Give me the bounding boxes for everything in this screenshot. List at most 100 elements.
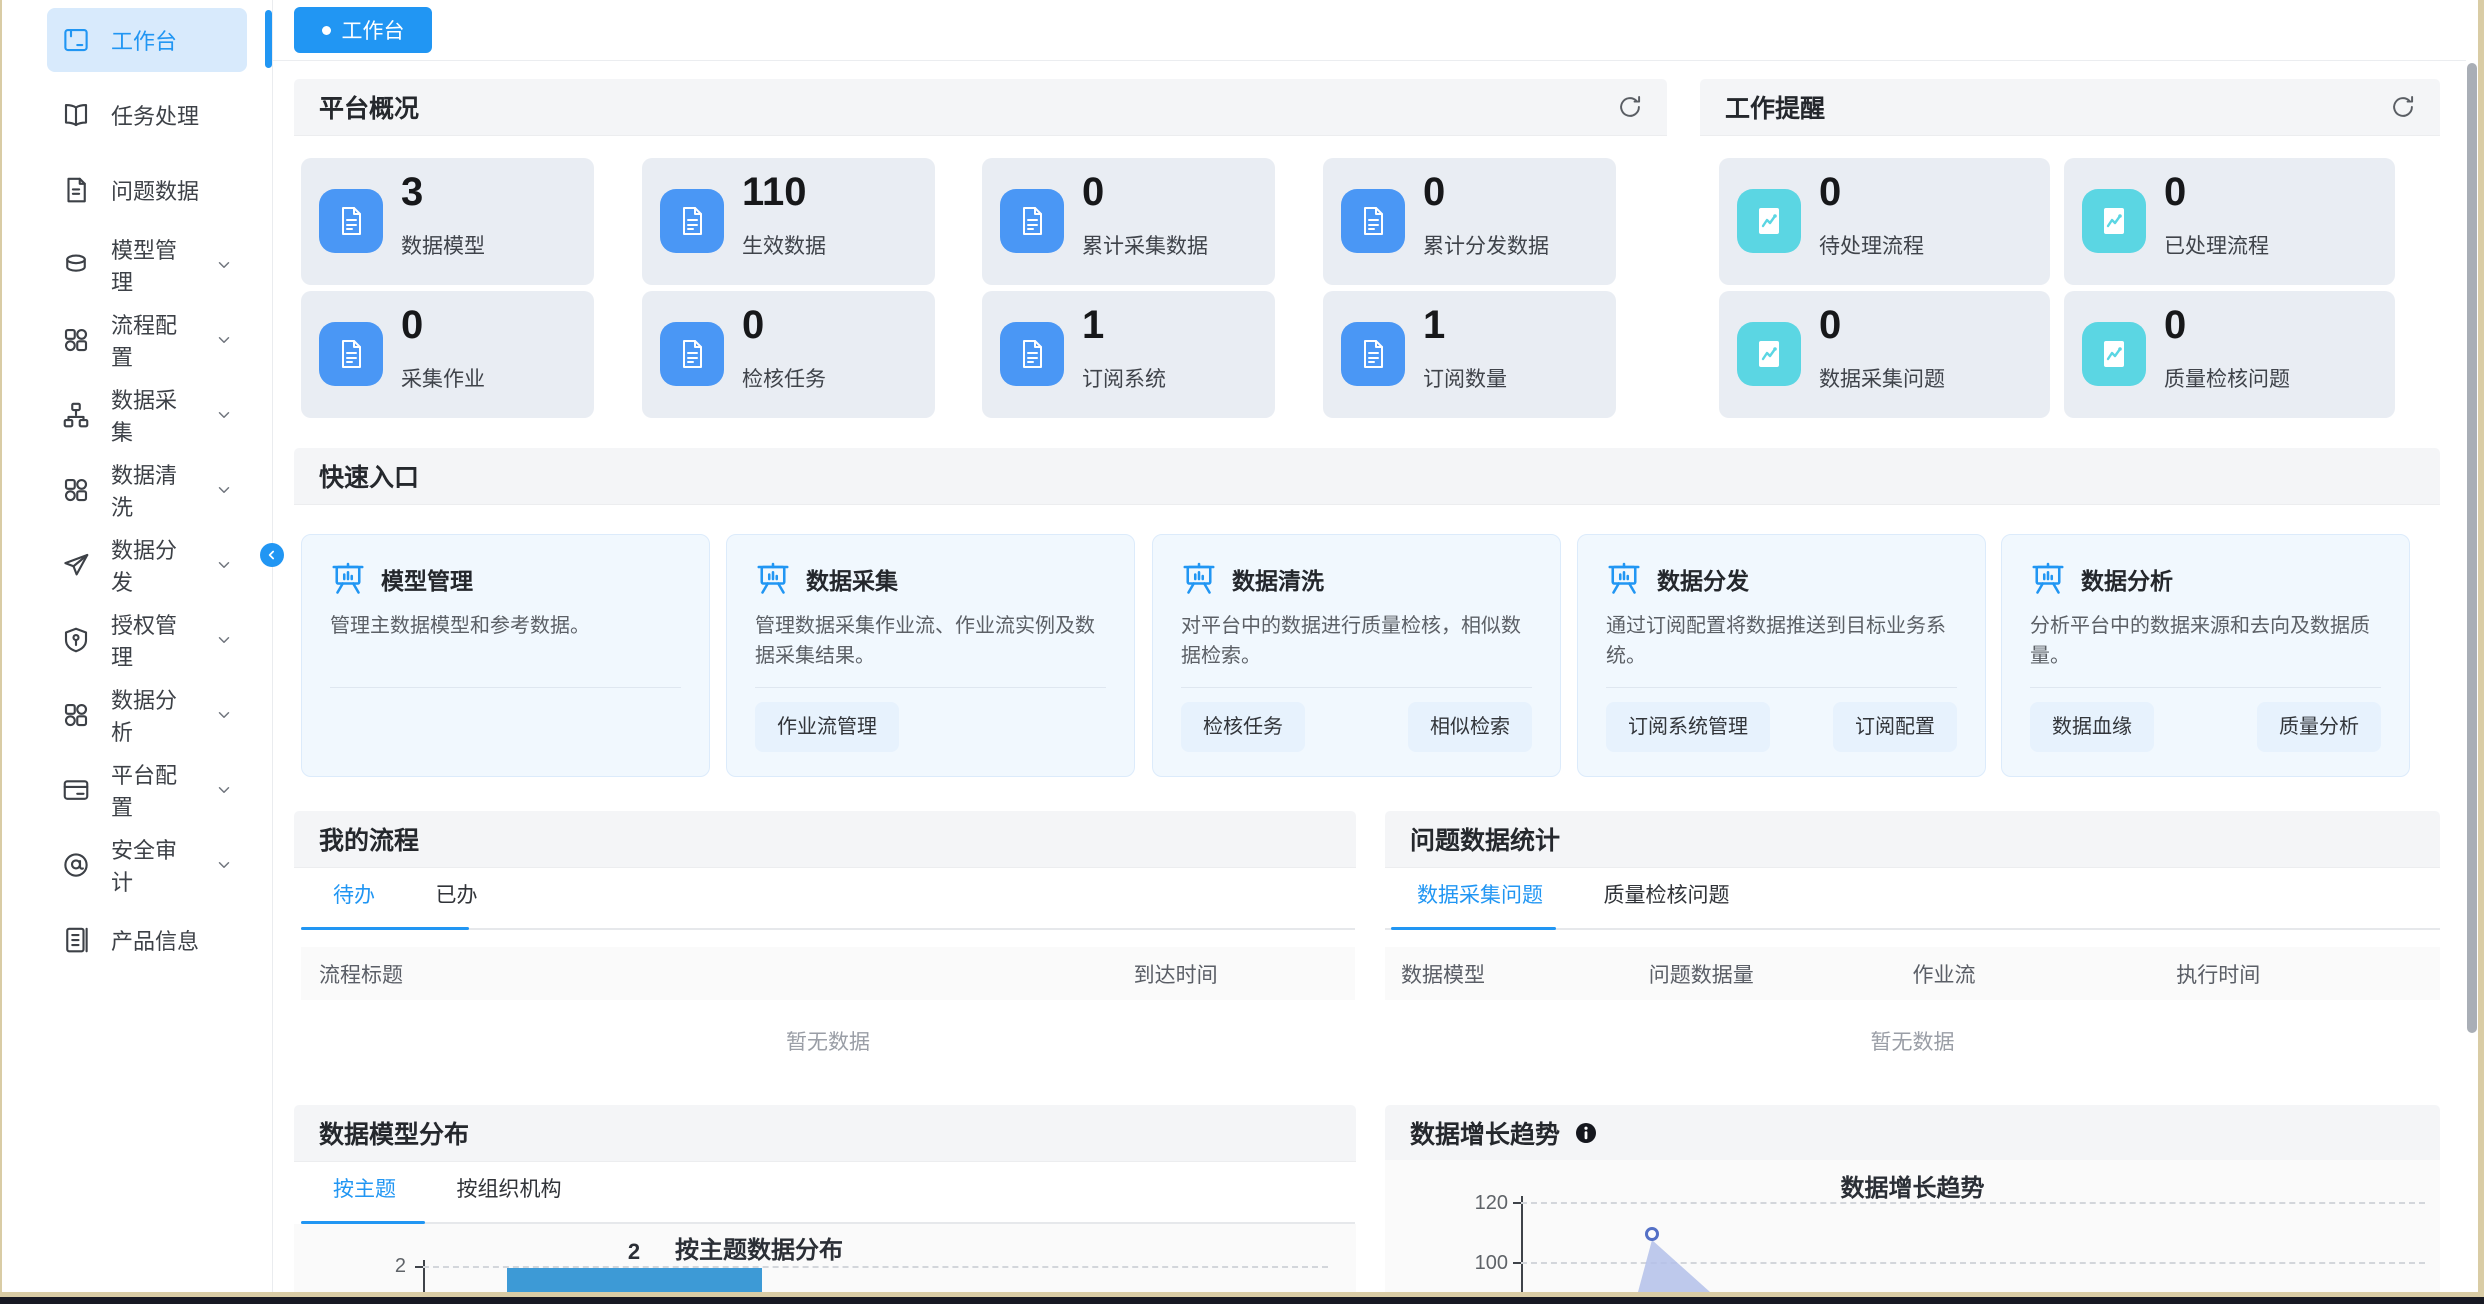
quick-card-data-collection[interactable]: 数据采集 管理数据采集作业流、作业流实例及数据采集结果。 作业流管理 <box>726 534 1135 777</box>
info-icon[interactable] <box>1574 1121 1598 1145</box>
sidebar-item-workbench[interactable]: 工作台 <box>47 8 247 72</box>
tab-quality-issues[interactable]: 质量检核问题 <box>1603 866 1729 926</box>
reminder-card-pending-flows[interactable]: 0 待处理流程 <box>1719 158 2050 285</box>
quick-card-actions: 作业流管理 <box>755 702 1106 752</box>
reminder-card-quality-issues[interactable]: 0 质量检核问题 <box>2064 291 2395 418</box>
subscribe-config-button[interactable]: 订阅配置 <box>1833 702 1957 752</box>
sidebar-item-data-analysis[interactable]: 数据分析 <box>47 683 247 747</box>
reminder-card-handled-flows[interactable]: 0 已处理流程 <box>2064 158 2395 285</box>
y-axis-tick-label: 2 <box>356 1255 406 1278</box>
issue-stats-tabs: 数据采集问题 质量检核问题 <box>1385 866 2440 930</box>
chevron-down-icon <box>215 631 233 649</box>
grid-icon <box>61 475 91 505</box>
stat-card-subscribe-count[interactable]: 1 订阅数量 <box>1323 291 1616 418</box>
sidebar-item-label: 数据采集 <box>111 383 195 447</box>
quick-card-description: 分析平台中的数据来源和去向及数据质量。 <box>2030 611 2381 673</box>
quick-card-actions: 数据血缘 质量分析 <box>2030 702 2381 752</box>
task-book-icon <box>61 100 91 130</box>
sidebar-item-security-audit[interactable]: 安全审计 <box>47 833 247 897</box>
stat-label: 累计分发数据 <box>1423 230 1549 260</box>
quick-card-description: 对平台中的数据进行质量检核，相似数据检索。 <box>1181 611 1532 673</box>
refresh-icon[interactable] <box>2390 94 2416 120</box>
bar-segment[interactable] <box>507 1268 762 1292</box>
tab-collection-issues[interactable]: 数据采集问题 <box>1417 866 1543 926</box>
sidebar-item-data-distribution[interactable]: 数据分发 <box>47 533 247 597</box>
active-nav-indicator <box>265 10 272 68</box>
stat-card-collected-data[interactable]: 0 累计采集数据 <box>982 158 1275 285</box>
issue-stats-panel-header: 问题数据统计 <box>1385 811 2440 868</box>
at-shield-icon <box>61 850 91 880</box>
stat-value: 110 <box>742 170 807 215</box>
stat-card-distributed-data[interactable]: 0 累计分发数据 <box>1323 158 1616 285</box>
stat-card-collection-jobs[interactable]: 0 采集作业 <box>301 291 594 418</box>
quick-card-data-distribution[interactable]: 数据分发 通过订阅配置将数据推送到目标业务系统。 订阅系统管理 订阅配置 <box>1577 534 1986 777</box>
stat-card-subscribe-systems[interactable]: 1 订阅系统 <box>982 291 1275 418</box>
quick-card-actions: 订阅系统管理 订阅配置 <box>1606 702 1957 752</box>
reminder-card-collection-issues[interactable]: 0 数据采集问题 <box>1719 291 2050 418</box>
stat-value: 0 <box>1819 303 1841 348</box>
sidebar-item-platform-config[interactable]: 平台配置 <box>47 758 247 822</box>
sidebar-collapse-button[interactable] <box>260 543 284 567</box>
tab-todo[interactable]: 待办 <box>333 866 375 926</box>
sidebar-item-model-management[interactable]: 模型管理 <box>47 233 247 297</box>
panel-title: 快速入口 <box>319 458 419 494</box>
sidebar-item-process-config[interactable]: 流程配置 <box>47 308 247 372</box>
tab-done[interactable]: 已办 <box>435 866 477 926</box>
chevron-down-icon <box>215 556 233 574</box>
stat-card-data-models[interactable]: 3 数据模型 <box>301 158 594 285</box>
panel-title: 问题数据统计 <box>1410 821 1560 857</box>
divider <box>1606 687 1957 688</box>
sidebar-item-data-collection[interactable]: 数据采集 <box>47 383 247 447</box>
chevron-down-icon <box>215 781 233 799</box>
check-task-button[interactable]: 检核任务 <box>1181 702 1305 752</box>
data-lineage-button[interactable]: 数据血缘 <box>2030 702 2154 752</box>
data-point-marker[interactable] <box>1645 1227 1659 1241</box>
sidebar-item-authorization[interactable]: 授权管理 <box>47 608 247 672</box>
quality-analysis-button[interactable]: 质量分析 <box>2257 702 2381 752</box>
org-tree-icon <box>61 400 91 430</box>
sidebar-item-label: 产品信息 <box>111 924 199 956</box>
stat-card-check-tasks[interactable]: 0 检核任务 <box>642 291 935 418</box>
stat-label: 数据采集问题 <box>1819 363 1945 393</box>
database-icon <box>61 250 91 280</box>
tab-workbench[interactable]: 工作台 <box>294 7 432 53</box>
stat-label: 质量检核问题 <box>2164 363 2290 393</box>
presentation-board-icon <box>1606 561 1642 597</box>
presentation-board-icon <box>2030 561 2066 597</box>
tab-by-organization[interactable]: 按组织机构 <box>456 1160 561 1220</box>
quick-card-data-analysis[interactable]: 数据分析 分析平台中的数据来源和去向及数据质量。 数据血缘 质量分析 <box>2001 534 2410 777</box>
quick-card-title: 数据采集 <box>806 562 898 596</box>
quick-card-description: 管理数据采集作业流、作业流实例及数据采集结果。 <box>755 611 1106 673</box>
product-doc-icon <box>61 925 91 955</box>
panel-title: 我的流程 <box>319 821 419 857</box>
quick-card-data-cleaning[interactable]: 数据清洗 对平台中的数据进行质量检核，相似数据检索。 检核任务 相似检索 <box>1152 534 1561 777</box>
workbench-page: 工作台 任务处理 问题数据 模型管理 流程配置 <box>0 0 2484 1304</box>
divider <box>755 687 1106 688</box>
reminders-panel-header: 工作提醒 <box>1700 79 2440 136</box>
sidebar-item-data-cleaning[interactable]: 数据清洗 <box>47 458 247 522</box>
stat-card-effective-data[interactable]: 110 生效数据 <box>642 158 935 285</box>
workflow-management-button[interactable]: 作业流管理 <box>755 702 899 752</box>
document-icon <box>1341 322 1405 386</box>
chevron-down-icon <box>215 331 233 349</box>
sidebar-item-label: 平台配置 <box>111 758 195 822</box>
sidebar-item-product-info[interactable]: 产品信息 <box>47 908 247 972</box>
sidebar-item-task-processing[interactable]: 任务处理 <box>47 83 247 147</box>
subscribe-system-management-button[interactable]: 订阅系统管理 <box>1606 702 1770 752</box>
vertical-scrollbar[interactable] <box>2467 63 2477 1033</box>
refresh-icon[interactable] <box>1617 94 1643 120</box>
document-icon <box>319 322 383 386</box>
chevron-left-icon <box>265 548 279 562</box>
sidebar-item-label: 数据分析 <box>111 683 195 747</box>
tab-by-subject[interactable]: 按主题 <box>333 1160 396 1220</box>
trend-chart-icon <box>2082 189 2146 253</box>
document-icon <box>660 189 724 253</box>
sidebar-item-label: 问题数据 <box>111 174 199 206</box>
similarity-search-button[interactable]: 相似检索 <box>1408 702 1532 752</box>
sidebar-item-issue-data[interactable]: 问题数据 <box>47 158 247 222</box>
stat-label: 采集作业 <box>401 363 485 393</box>
stat-label: 数据模型 <box>401 230 485 260</box>
presentation-board-icon <box>755 561 791 597</box>
model-distribution-tabs: 按主题 按组织机构 <box>301 1160 1355 1224</box>
quick-card-model-management[interactable]: 模型管理 管理主数据模型和参考数据。 <box>301 534 710 777</box>
